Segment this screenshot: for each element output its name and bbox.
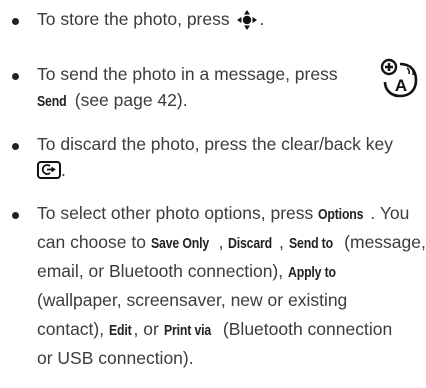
bullet-text-options-2: can choose to Save Only, Discard, Send t… [37,229,426,257]
text: To send the photo in a message, press [37,64,338,84]
text: To discard the photo, press the clear/ba… [37,134,394,154]
clear-back-key-icon [37,161,61,179]
text: can choose to [37,232,151,252]
navigation-key-icon [235,9,259,38]
bullet-text-send: To send the photo in a message, press [37,61,338,87]
text: . You [370,203,410,223]
apply-to-option-label: Apply to [287,264,336,281]
bullet-text-options-6: or USB connection). [37,345,194,371]
text: (wallpaper, screensaver, new or existing [37,290,348,310]
send-to-option-label: Send to [288,235,333,252]
text: (Bluetooth connection [218,319,393,339]
bullet-text-discard: To discard the photo, press the clear/ba… [37,131,393,157]
text: email, or Bluetooth connection), [37,261,288,281]
print-via-option-label: Print via [163,322,211,339]
text: or USB connection). [37,348,194,368]
bullet-text-options-1: To select other photo options, press Opt… [37,200,409,228]
bullet [12,73,19,80]
text: , [278,232,289,252]
text: , or [133,319,164,339]
svg-text:A: A [395,76,407,95]
bullet-text-discard-2: . [37,157,66,183]
text: . [259,9,265,29]
bullet [12,18,19,25]
bullet-text-options-5: contact), Edit, or Print via (Bluetooth … [37,316,392,344]
text: To store the photo, press [37,9,235,29]
text: (message, [339,232,426,252]
bullet-text-options-4: (wallpaper, screensaver, new or existing [37,287,347,313]
network-feature-icon: A [380,58,420,105]
bullet [12,143,19,150]
text: , [218,232,229,252]
text: . [61,160,66,180]
bullet-text-send-2: Send (see page 42). [37,87,188,115]
options-softkey-label: Options [318,206,364,223]
bullet-text-store: To store the photo, press . [37,6,264,38]
send-softkey-label: Send [37,93,67,110]
bullet [12,212,19,219]
bullet-text-options-3: email, or Bluetooth connection), Apply t… [37,258,343,286]
edit-option-label: Edit [108,322,132,339]
save-only-option-label: Save Only [150,235,209,252]
text: (see page 42). [69,90,188,110]
text: contact), [37,319,109,339]
discard-option-label: Discard [228,235,273,252]
text: To select other photo options, press [37,203,319,223]
